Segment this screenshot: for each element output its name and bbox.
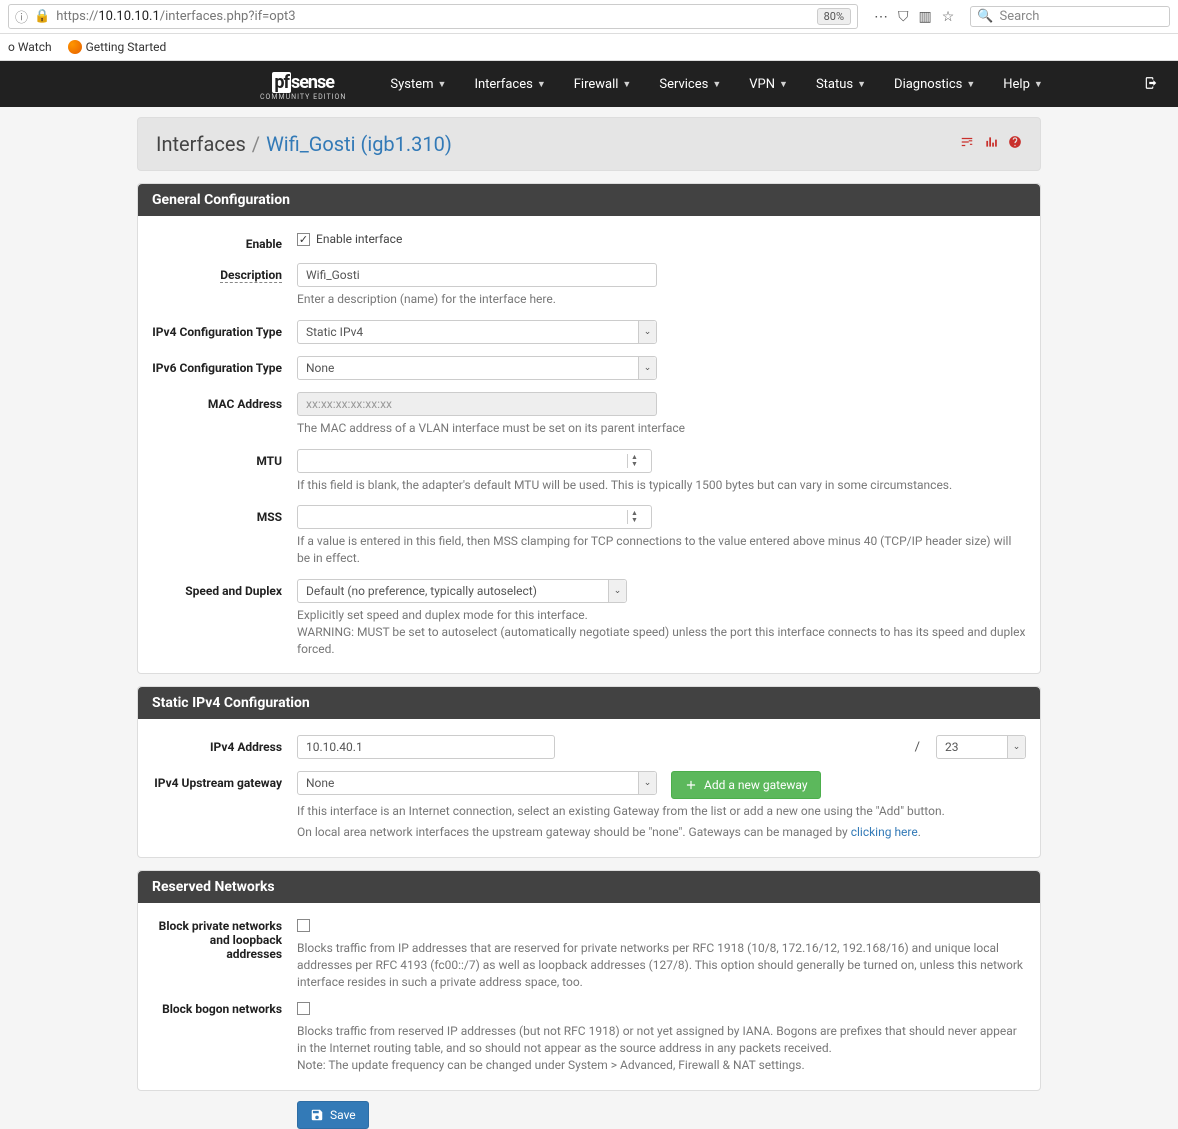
help-icon[interactable] <box>1008 135 1022 153</box>
panel-heading-reserved: Reserved Networks <box>138 871 1040 903</box>
logout-icon[interactable] <box>1144 75 1158 94</box>
nav-help[interactable]: Help▼ <box>989 61 1057 107</box>
more-icon[interactable]: ⋯ <box>874 9 888 25</box>
main-navbar: pfsense COMMUNITY EDITION System▼ Interf… <box>0 61 1178 107</box>
enable-checkbox-wrap[interactable]: Enable interface <box>297 232 1026 246</box>
nav-vpn[interactable]: VPN▼ <box>735 61 802 107</box>
ipv4-type-select[interactable]: Static IPv4⌄ <box>297 320 657 344</box>
chart-icon[interactable] <box>984 135 998 153</box>
block-private-help: Blocks traffic from IP addresses that ar… <box>297 940 1026 990</box>
label-ipv4-type: IPv4 Configuration Type <box>152 320 297 339</box>
nav-status[interactable]: Status▼ <box>802 61 880 107</box>
pocket-icon[interactable]: ⛉ <box>898 9 909 25</box>
description-help: Enter a description (name) for the inter… <box>297 291 1026 308</box>
search-box[interactable]: 🔍 Search <box>970 6 1170 27</box>
nav-interfaces[interactable]: Interfaces▼ <box>460 61 559 107</box>
breadcrumb-current: Wifi_Gosti (igb1.310) <box>266 132 452 156</box>
bookmarks-bar: o Watch Getting Started <box>0 34 1178 61</box>
cidr-slash: / <box>915 740 920 755</box>
ipv6-type-select[interactable]: None⌄ <box>297 356 657 380</box>
mss-help: If a value is entered in this field, the… <box>297 533 1026 567</box>
mtu-input[interactable]: ▲▼ <box>297 449 652 473</box>
label-gateway: IPv4 Upstream gateway <box>152 771 297 790</box>
speed-help: Explicitly set speed and duplex mode for… <box>297 607 1026 657</box>
bookmark-item[interactable]: o Watch <box>8 40 52 54</box>
label-block-bogon: Block bogon networks <box>152 1002 297 1016</box>
label-block-private: Block private networks and loopback addr… <box>152 919 297 961</box>
label-description: Description <box>152 263 297 282</box>
search-placeholder: Search <box>999 9 1039 24</box>
breadcrumb-slash: / <box>252 132 260 156</box>
enable-checkbox[interactable] <box>297 233 310 246</box>
mac-help: The MAC address of a VLAN interface must… <box>297 420 1026 437</box>
url-box[interactable]: ⓘ 🔒 https://10.10.10.1/interfaces.php?if… <box>8 4 858 29</box>
sliders-icon[interactable] <box>960 135 974 153</box>
label-mac: MAC Address <box>152 392 297 411</box>
save-button[interactable]: Save <box>297 1101 369 1129</box>
mtu-help: If this field is blank, the adapter's de… <box>297 477 1026 494</box>
label-ipv6-type: IPv6 Configuration Type <box>152 356 297 375</box>
chevron-down-icon: ⌄ <box>638 357 656 379</box>
mac-input: xx:xx:xx:xx:xx:xx <box>297 392 657 416</box>
label-ipv4-address: IPv4 Address <box>152 735 297 754</box>
nav-firewall[interactable]: Firewall▼ <box>560 61 646 107</box>
page-header: Interfaces / Wifi_Gosti (igb1.310) <box>137 117 1041 171</box>
search-icon: 🔍 <box>977 9 993 24</box>
gateway-manage-link[interactable]: clicking here <box>851 825 918 839</box>
panel-general: General Configuration Enable Enable inte… <box>137 183 1041 674</box>
save-icon <box>310 1108 324 1122</box>
gateway-select[interactable]: None⌄ <box>297 771 657 795</box>
nav-services[interactable]: Services▼ <box>645 61 735 107</box>
gateway-help1: If this interface is an Internet connect… <box>297 803 1026 820</box>
cidr-select[interactable]: 23⌄ <box>936 735 1026 759</box>
panel-heading-ipv4: Static IPv4 Configuration <box>138 687 1040 719</box>
plus-icon <box>684 778 698 792</box>
chevron-down-icon: ⌄ <box>1007 736 1025 758</box>
star-icon[interactable]: ☆ <box>942 9 955 25</box>
block-private-checkbox[interactable] <box>297 919 310 932</box>
block-bogon-checkbox[interactable] <box>297 1002 310 1015</box>
panel-ipv4: Static IPv4 Configuration IPv4 Address 1… <box>137 686 1041 858</box>
chevron-down-icon: ⌄ <box>638 772 656 794</box>
label-enable: Enable <box>152 232 297 251</box>
info-icon: ⓘ <box>15 7 28 26</box>
nav-system[interactable]: System▼ <box>376 61 460 107</box>
firefox-icon <box>68 40 82 54</box>
lock-icon: 🔒 <box>34 9 50 24</box>
url-text: https://10.10.10.1/interfaces.php?if=opt… <box>56 9 810 24</box>
zoom-badge[interactable]: 80% <box>817 8 851 25</box>
enable-text: Enable interface <box>316 232 402 246</box>
gateway-help2: On local area network interfaces the ups… <box>297 824 1026 841</box>
chevron-down-icon: ⌄ <box>638 321 656 343</box>
label-mtu: MTU <box>152 449 297 468</box>
speed-select[interactable]: Default (no preference, typically autose… <box>297 579 627 603</box>
block-bogon-help: Blocks traffic from reserved IP addresse… <box>297 1023 1026 1073</box>
logo[interactable]: pfsense COMMUNITY EDITION <box>260 67 346 101</box>
bookmark-item[interactable]: Getting Started <box>68 40 167 54</box>
description-input[interactable]: Wifi_Gosti <box>297 263 657 287</box>
panel-reserved: Reserved Networks Block private networks… <box>137 870 1041 1091</box>
nav-diagnostics[interactable]: Diagnostics▼ <box>880 61 989 107</box>
panel-heading-general: General Configuration <box>138 184 1040 216</box>
mss-input[interactable]: ▲▼ <box>297 505 652 529</box>
breadcrumb-root[interactable]: Interfaces <box>156 132 246 156</box>
reader-icon[interactable]: ▥ <box>919 9 932 25</box>
ipv4-address-input[interactable]: 10.10.40.1 <box>297 735 555 759</box>
nav-items: System▼ Interfaces▼ Firewall▼ Services▼ … <box>376 61 1056 107</box>
label-speed: Speed and Duplex <box>152 579 297 598</box>
add-gateway-button[interactable]: Add a new gateway <box>671 771 821 799</box>
browser-address-bar: ⓘ 🔒 https://10.10.10.1/interfaces.php?if… <box>0 0 1178 34</box>
chevron-down-icon: ⌄ <box>608 580 626 602</box>
label-mss: MSS <box>152 505 297 524</box>
